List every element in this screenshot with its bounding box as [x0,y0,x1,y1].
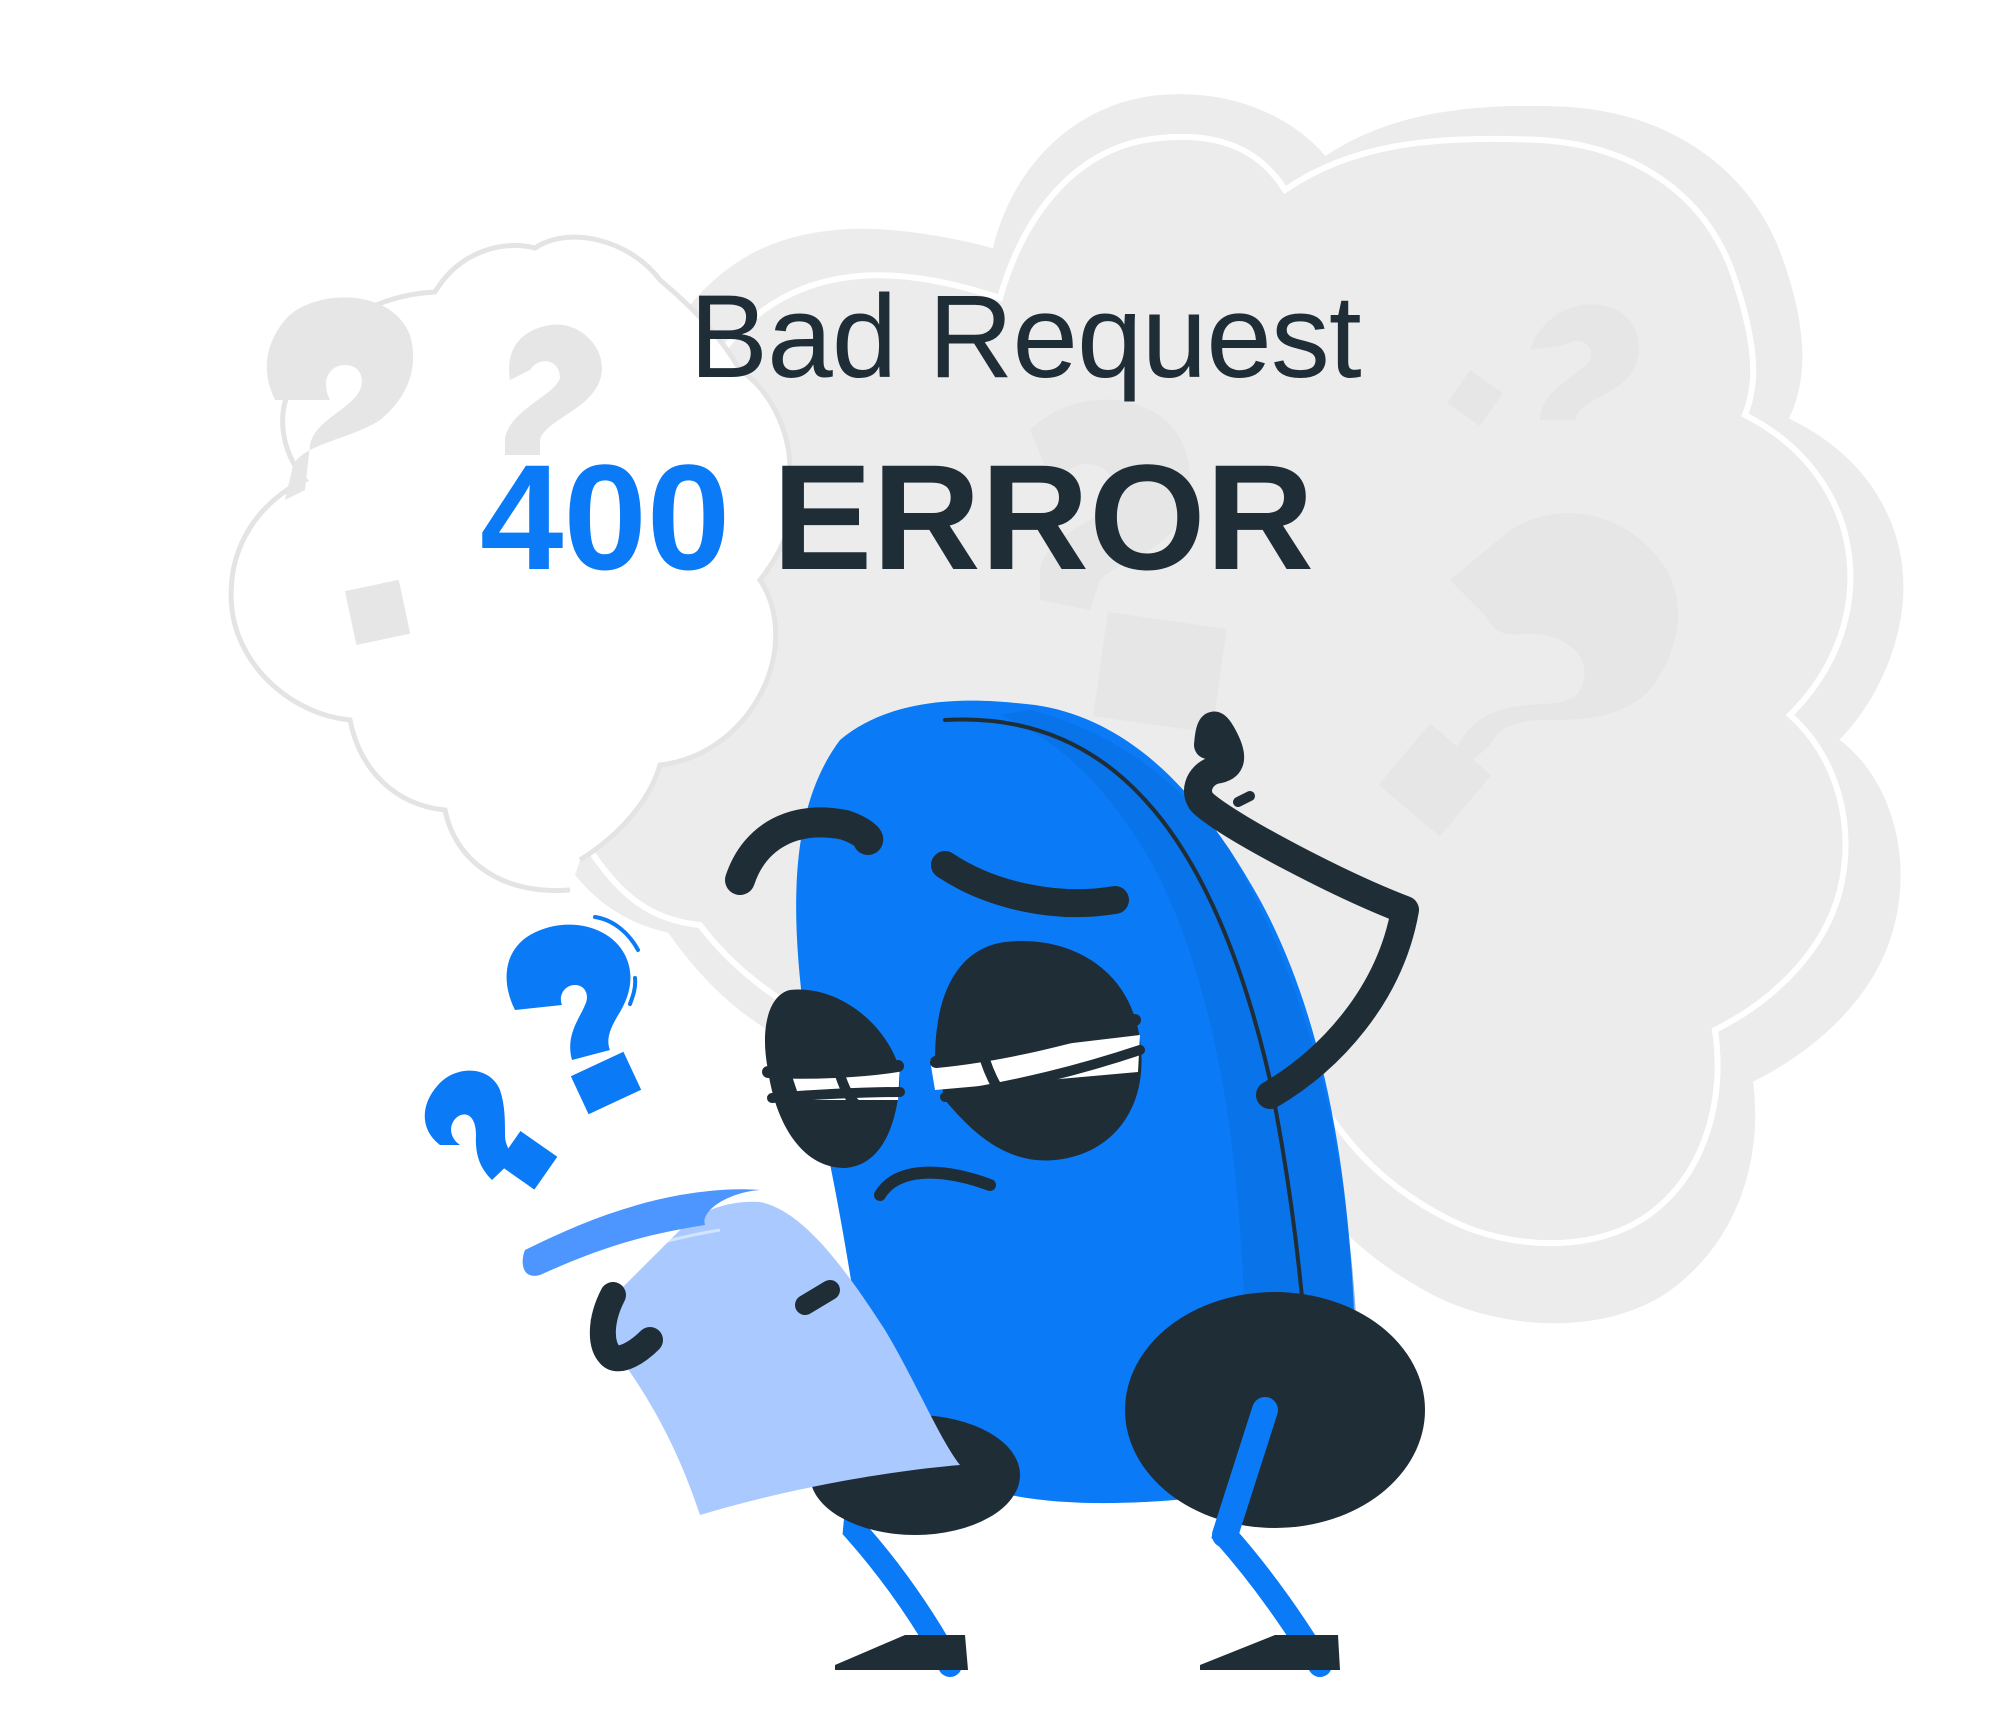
error-code: 400 [480,433,731,601]
error-illustration [228,94,1904,1677]
question-mark-icon [424,924,642,1190]
error-word: ERROR [772,433,1314,601]
page-title: 400 ERROR [480,442,1540,592]
page-subtitle: Bad Request [689,271,1361,403]
